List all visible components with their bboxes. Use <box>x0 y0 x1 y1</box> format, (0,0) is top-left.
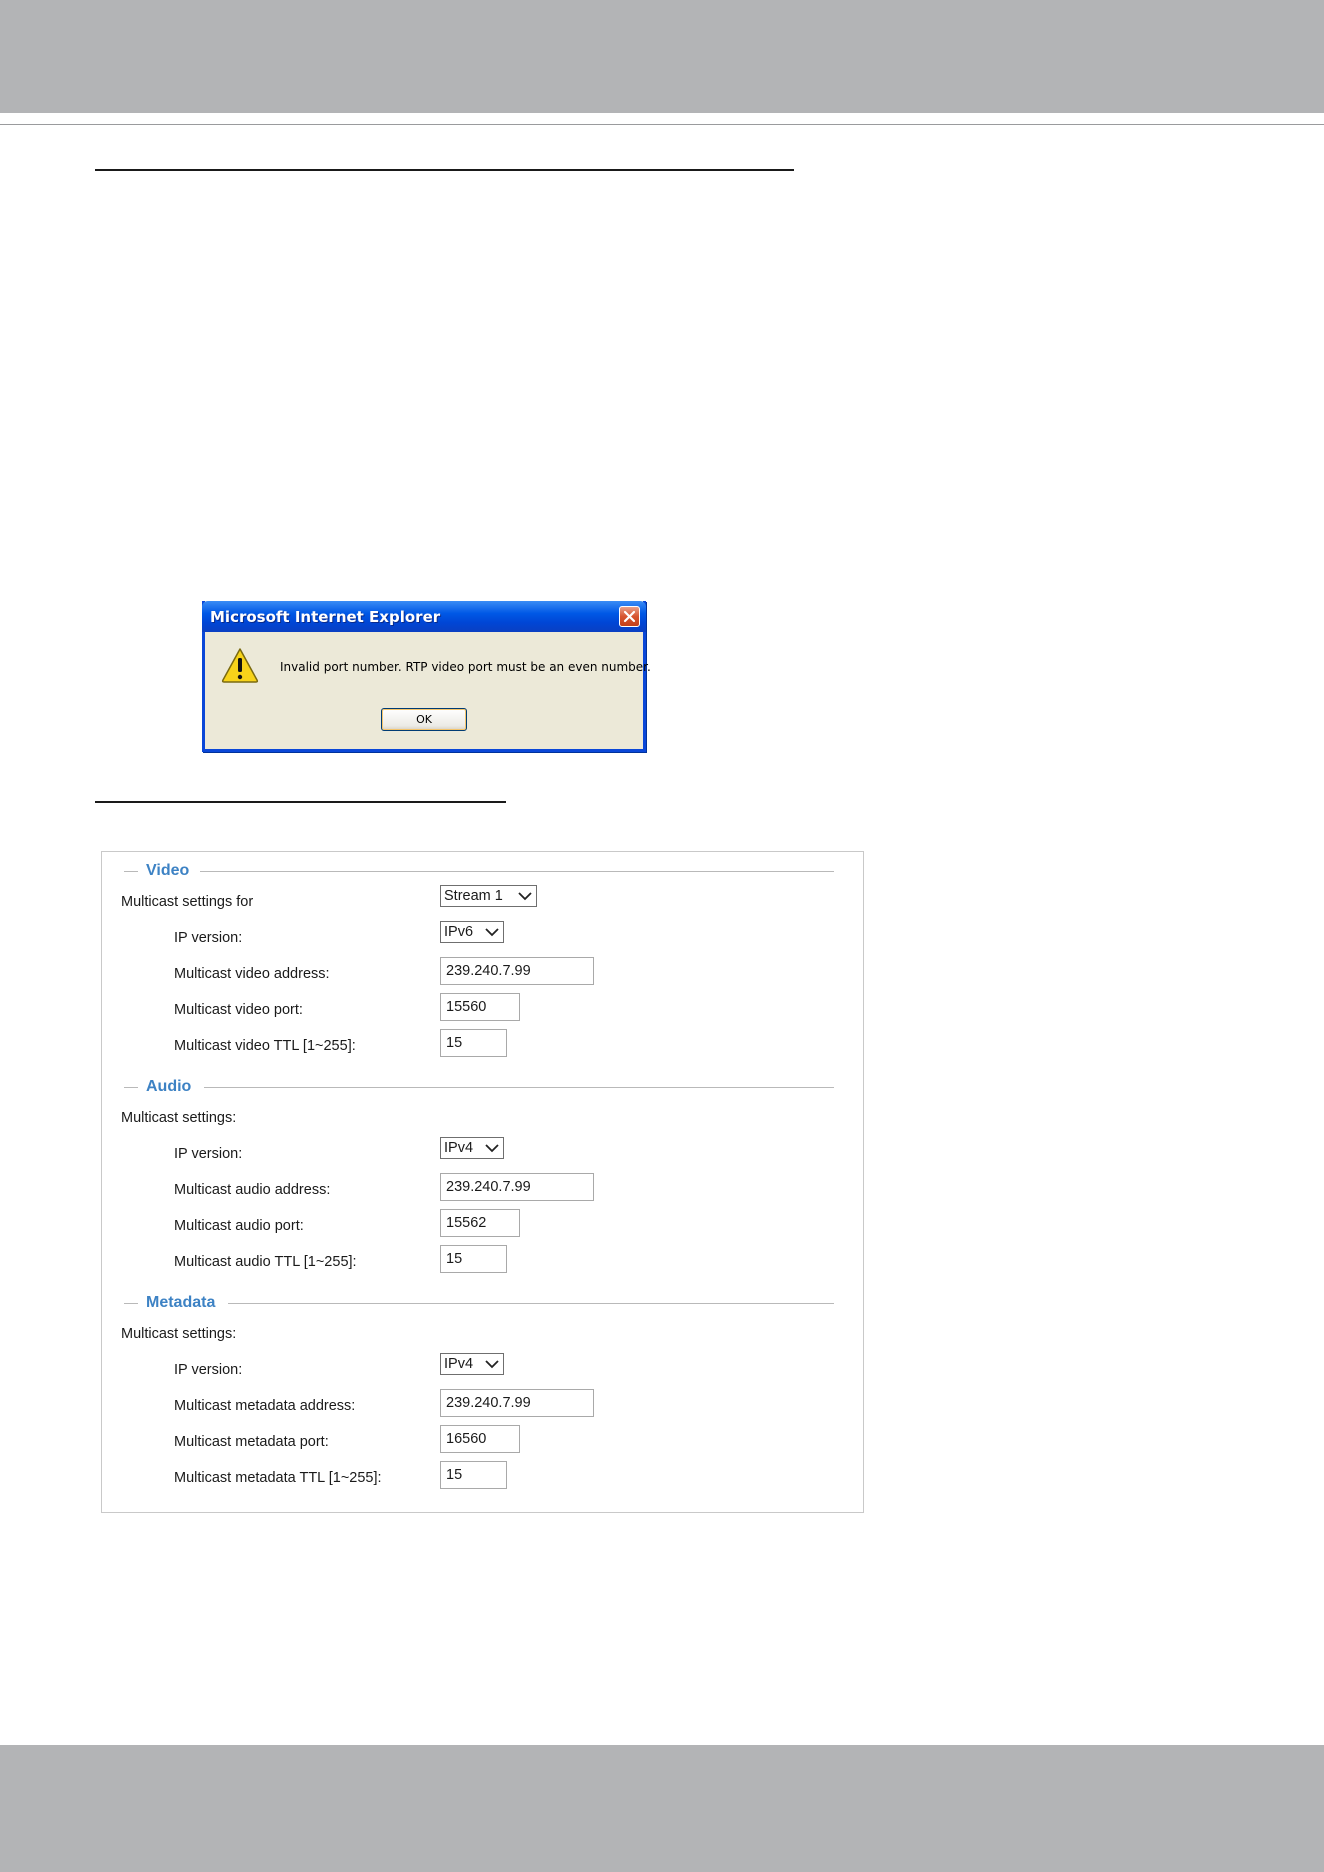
video-address-input[interactable]: 239.240.7.99 <box>440 957 594 985</box>
ok-button[interactable]: OK <box>381 708 467 731</box>
metadata-ip-version-value: IPv4 <box>444 1356 474 1372</box>
dialog-message: Invalid port number. RTP video port must… <box>280 660 651 674</box>
metadata-heading: Metadata <box>146 1294 216 1311</box>
video-ip-version-select[interactable]: IPv6 <box>440 921 504 943</box>
header-divider <box>0 124 1324 125</box>
multicast-settings-panel: Video Multicast settings for Stream 1 IP… <box>101 851 864 1513</box>
video-heading: Video <box>146 862 190 879</box>
stream-select[interactable]: Stream 1 <box>440 885 537 907</box>
warning-icon <box>221 648 259 683</box>
metadata-port-label: Multicast metadata port: <box>174 1434 329 1450</box>
chevron-down-icon <box>485 928 499 937</box>
audio-address-label: Multicast audio address: <box>174 1182 331 1198</box>
audio-address-input[interactable]: 239.240.7.99 <box>440 1173 594 1201</box>
video-ip-version-label: IP version: <box>174 930 243 946</box>
heading-rule-1 <box>95 169 794 171</box>
audio-ttl-label: Multicast audio TTL [1~255]: <box>174 1254 357 1270</box>
chevron-down-icon <box>518 892 532 901</box>
chevron-down-icon <box>485 1360 499 1369</box>
video-address-label: Multicast video address: <box>174 966 330 982</box>
video-settings-label: Multicast settings for <box>121 894 254 910</box>
audio-ttl-input[interactable]: 15 <box>440 1245 507 1273</box>
metadata-ttl-input[interactable]: 15 <box>440 1461 507 1489</box>
audio-settings-label: Multicast settings: <box>121 1110 237 1126</box>
metadata-address-input[interactable]: 239.240.7.99 <box>440 1389 594 1417</box>
video-ip-version-value: IPv6 <box>444 924 474 940</box>
close-icon <box>623 610 636 623</box>
stream-select-value: Stream 1 <box>444 888 503 904</box>
metadata-settings-label: Multicast settings: <box>121 1326 237 1342</box>
alert-dialog: Microsoft Internet Explorer Invalid port… <box>202 601 651 752</box>
audio-section-header: Audio <box>102 1078 864 1098</box>
metadata-ttl-label: Multicast metadata TTL [1~255]: <box>174 1470 382 1486</box>
video-port-label: Multicast video port: <box>174 1002 303 1018</box>
audio-ip-version-select[interactable]: IPv4 <box>440 1137 504 1159</box>
audio-port-label: Multicast audio port: <box>174 1218 304 1234</box>
page-header-band <box>0 0 1324 113</box>
metadata-address-label: Multicast metadata address: <box>174 1398 356 1414</box>
heading-rule-2 <box>95 801 506 803</box>
metadata-ip-version-select[interactable]: IPv4 <box>440 1353 504 1375</box>
page-footer-band <box>0 1745 1324 1872</box>
dialog-title: Microsoft Internet Explorer <box>210 608 441 626</box>
audio-heading: Audio <box>146 1078 192 1095</box>
video-ttl-input[interactable]: 15 <box>440 1029 507 1057</box>
video-section-header: Video <box>102 862 864 882</box>
video-ttl-label: Multicast video TTL [1~255]: <box>174 1038 356 1054</box>
audio-port-input[interactable]: 15562 <box>440 1209 520 1237</box>
chevron-down-icon <box>485 1144 499 1153</box>
metadata-port-input[interactable]: 16560 <box>440 1425 520 1453</box>
audio-ip-version-value: IPv4 <box>444 1140 474 1156</box>
dialog-titlebar[interactable]: Microsoft Internet Explorer <box>202 601 646 632</box>
metadata-ip-version-label: IP version: <box>174 1362 243 1378</box>
audio-ip-version-label: IP version: <box>174 1146 243 1162</box>
close-button[interactable] <box>619 606 640 627</box>
metadata-section-header: Metadata <box>102 1294 864 1314</box>
video-port-input[interactable]: 15560 <box>440 993 520 1021</box>
